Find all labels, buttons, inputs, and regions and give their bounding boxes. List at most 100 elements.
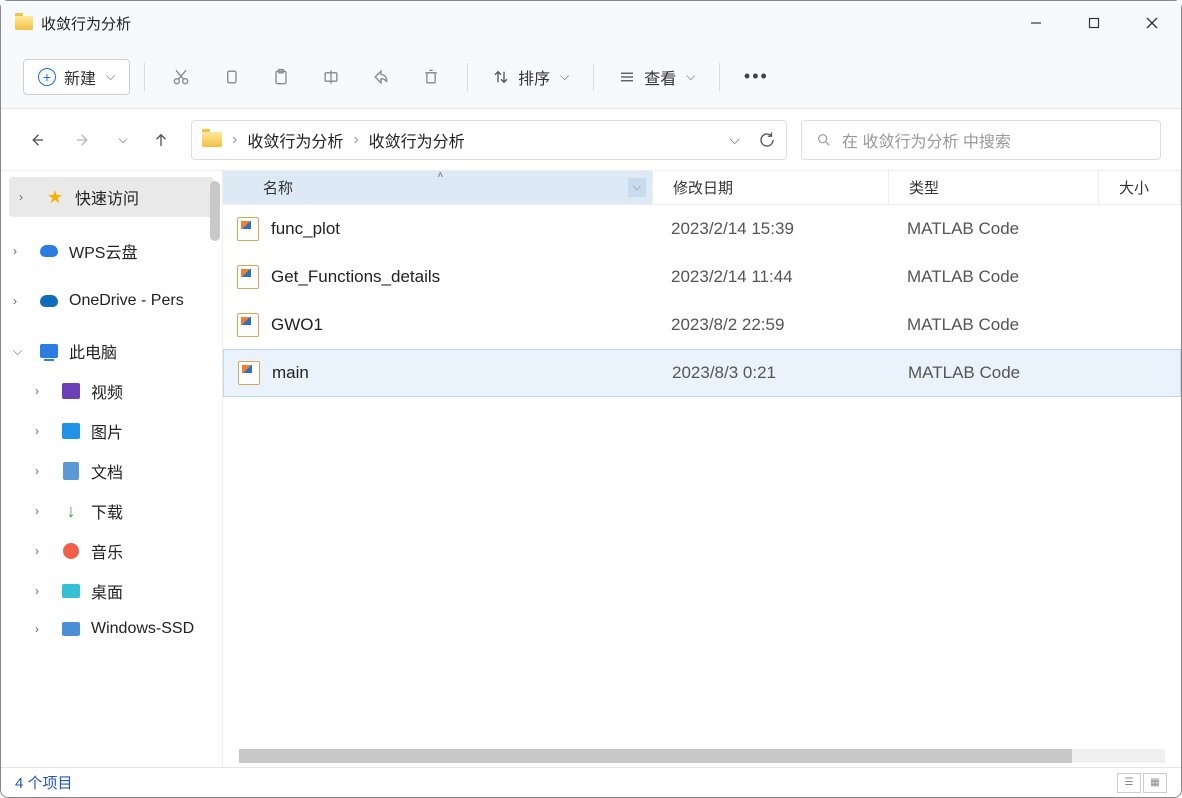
sidebar-item-onedrive[interactable]: › OneDrive - Pers xyxy=(1,283,222,319)
view-button[interactable]: 查看 ⌵ xyxy=(608,59,705,95)
file-type: MATLAB Code xyxy=(901,267,1111,287)
chevron-down-icon: ⌵ xyxy=(686,69,695,84)
cut-button[interactable] xyxy=(159,58,203,96)
close-button[interactable] xyxy=(1123,1,1181,45)
file-list: func_plot2023/2/14 15:39MATLAB CodeGet_F… xyxy=(223,205,1181,767)
file-name: GWO1 xyxy=(271,315,665,335)
chevron-right-icon: › xyxy=(35,424,51,438)
sidebar-item-music[interactable]: › 音乐 xyxy=(1,531,222,571)
paste-button[interactable] xyxy=(259,58,303,96)
column-size[interactable]: 大小 xyxy=(1099,171,1181,204)
copy-button[interactable] xyxy=(209,58,253,96)
cloud-icon xyxy=(40,295,58,307)
recent-dropdown[interactable]: ⌵ xyxy=(113,124,131,156)
sidebar-item-wps[interactable]: › WPS云盘 xyxy=(1,231,222,271)
sidebar-item-desktop[interactable]: › 桌面 xyxy=(1,571,222,611)
sidebar-item-label: 快速访问 xyxy=(75,185,139,209)
video-icon xyxy=(62,383,80,399)
address-bar[interactable]: › 收敛行为分析 › 收敛行为分析 ⌵ xyxy=(191,120,787,160)
refresh-button[interactable] xyxy=(758,131,776,149)
window-title: 收敛行为分析 xyxy=(41,13,131,34)
chevron-down-icon: ⌵ xyxy=(560,69,569,84)
thumbnails-view-button[interactable]: ▦ xyxy=(1143,773,1167,793)
file-name: main xyxy=(272,363,666,383)
sidebar-item-label: 桌面 xyxy=(91,579,123,603)
horizontal-scrollbar[interactable] xyxy=(239,749,1165,763)
sidebar-item-label: Windows-SSD xyxy=(91,620,194,638)
sort-button[interactable]: 排序 ⌵ xyxy=(482,59,579,95)
chevron-right-icon: › xyxy=(13,294,29,308)
breadcrumb-item[interactable]: 收敛行为分析 xyxy=(247,128,343,152)
music-icon xyxy=(63,543,79,559)
matlab-file-icon xyxy=(237,265,259,289)
cloud-icon xyxy=(40,245,58,257)
share-button[interactable] xyxy=(359,58,403,96)
addr-dropdown[interactable]: ⌵ xyxy=(729,131,740,149)
separator xyxy=(144,63,145,91)
chevron-right-icon: › xyxy=(35,464,51,478)
forward-button[interactable] xyxy=(67,124,99,156)
details-view-button[interactable]: ☰ xyxy=(1117,773,1141,793)
sidebar-item-this-pc[interactable]: ⌵ 此电脑 xyxy=(1,331,222,371)
chevron-right-icon: › xyxy=(35,384,51,398)
delete-button[interactable] xyxy=(409,58,453,96)
chevron-right-icon: › xyxy=(35,622,51,636)
file-type: MATLAB Code xyxy=(902,363,1112,383)
disk-icon xyxy=(62,622,80,636)
file-name: func_plot xyxy=(271,219,665,239)
maximize-button[interactable] xyxy=(1065,1,1123,45)
chevron-down-icon: ⌵ xyxy=(13,344,29,359)
matlab-file-icon xyxy=(237,217,259,241)
sidebar-item-label: 音乐 xyxy=(91,539,123,563)
view-label: 查看 xyxy=(644,65,676,89)
toolbar: + 新建 ⌵ 排序 ⌵ 查看 ⌵ ••• xyxy=(1,45,1181,109)
sidebar-item-pictures[interactable]: › 图片 xyxy=(1,411,222,451)
column-header: ˄ 名称 ⌵ 修改日期 类型 大小 xyxy=(223,171,1181,205)
sidebar-item-videos[interactable]: › 视频 xyxy=(1,371,222,411)
breadcrumb-item[interactable]: 收敛行为分析 xyxy=(369,128,465,152)
column-type[interactable]: 类型 xyxy=(889,171,1099,204)
chevron-right-icon: › xyxy=(35,544,51,558)
status-bar: 4 个项目 ☰ ▦ xyxy=(1,767,1181,797)
column-date[interactable]: 修改日期 xyxy=(653,171,889,204)
column-name[interactable]: ˄ 名称 ⌵ xyxy=(223,171,653,204)
chevron-right-icon: › xyxy=(13,244,29,258)
rename-button[interactable] xyxy=(309,58,353,96)
file-date: 2023/8/2 22:59 xyxy=(665,315,901,335)
sidebar-item-label: 此电脑 xyxy=(69,339,117,363)
chevron-right-icon: › xyxy=(232,131,237,149)
file-date: 2023/8/3 0:21 xyxy=(666,363,902,383)
file-name: Get_Functions_details xyxy=(271,267,665,287)
sidebar-item-quick-access[interactable]: › ★ 快速访问 xyxy=(9,177,214,217)
chevron-down-icon: ⌵ xyxy=(106,69,115,84)
separator xyxy=(593,63,594,91)
search-input[interactable]: 在 收敛行为分析 中搜索 xyxy=(801,120,1161,160)
sidebar-item-label: 下载 xyxy=(91,499,123,523)
plus-icon: + xyxy=(38,68,56,86)
minimize-button[interactable] xyxy=(1007,1,1065,45)
sidebar-item-downloads[interactable]: › ↓ 下载 xyxy=(1,491,222,531)
file-row[interactable]: func_plot2023/2/14 15:39MATLAB Code xyxy=(223,205,1181,253)
more-button[interactable]: ••• xyxy=(734,58,778,96)
file-row[interactable]: GWO12023/8/2 22:59MATLAB Code xyxy=(223,301,1181,349)
sidebar-item-label: 图片 xyxy=(91,419,123,443)
document-icon xyxy=(63,462,79,480)
download-icon: ↓ xyxy=(61,501,81,521)
search-icon xyxy=(816,132,832,148)
sidebar-item-label: WPS云盘 xyxy=(69,239,137,263)
separator xyxy=(719,63,720,91)
sidebar-item-windows-ssd[interactable]: › Windows-SSD xyxy=(1,611,222,647)
column-filter-icon[interactable]: ⌵ xyxy=(628,178,646,197)
new-button[interactable]: + 新建 ⌵ xyxy=(23,59,130,95)
sort-indicator-icon: ˄ xyxy=(438,171,444,181)
sort-label: 排序 xyxy=(518,65,550,89)
search-placeholder: 在 收敛行为分析 中搜索 xyxy=(842,128,1011,152)
desktop-icon xyxy=(62,584,80,598)
file-row[interactable]: Get_Functions_details2023/2/14 11:44MATL… xyxy=(223,253,1181,301)
sidebar-item-documents[interactable]: › 文档 xyxy=(1,451,222,491)
back-button[interactable] xyxy=(21,124,53,156)
star-icon: ★ xyxy=(45,187,65,207)
file-row[interactable]: main2023/8/3 0:21MATLAB Code xyxy=(223,349,1181,397)
chevron-right-icon: › xyxy=(35,504,51,518)
up-button[interactable] xyxy=(145,124,177,156)
